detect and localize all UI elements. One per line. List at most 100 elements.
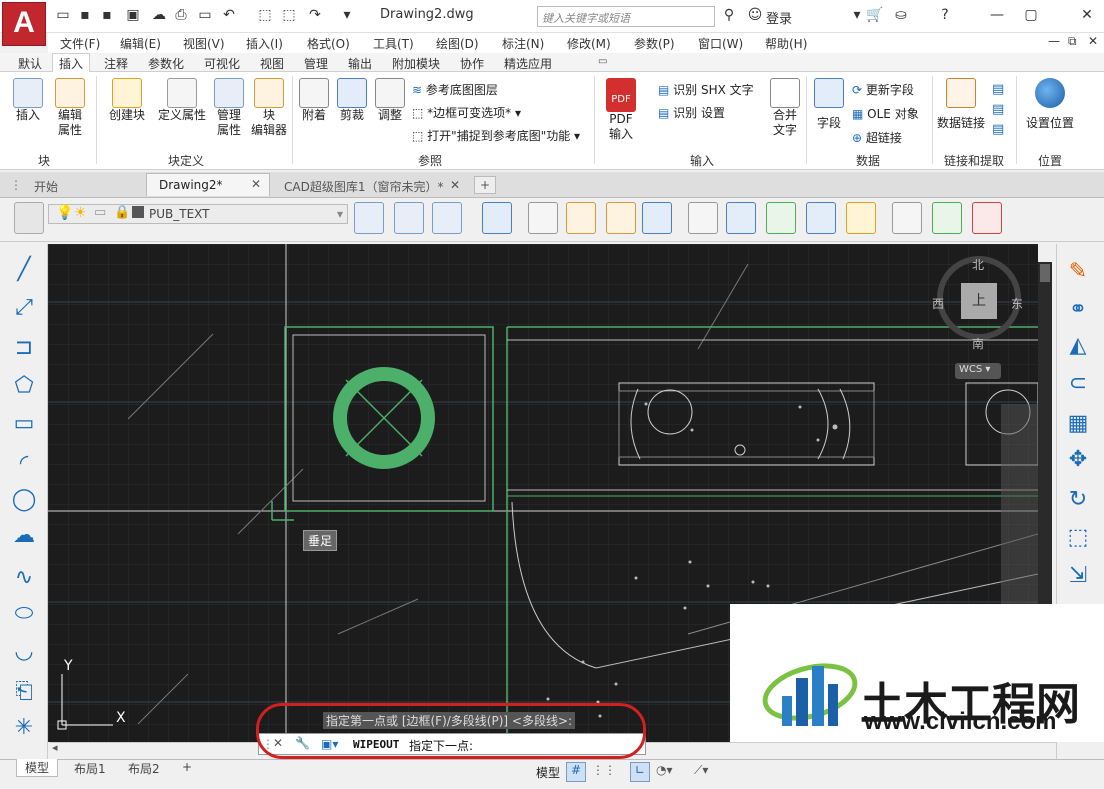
polyline-icon[interactable]: ⊐ (8, 332, 40, 364)
mirror-icon[interactable]: ◭ (1062, 330, 1094, 362)
edit-attributes-button[interactable]: 编辑 属性 (52, 78, 88, 138)
layer-states-icon[interactable] (432, 202, 462, 234)
previous-layer-icon[interactable] (394, 202, 424, 234)
combine-text-button[interactable]: 合并 文字 (768, 78, 802, 138)
share-icon[interactable]: ⬚ (256, 6, 274, 24)
menu-insert[interactable]: 插入(I) (246, 35, 283, 52)
tab-cad-library[interactable]: CAD超级图库1（窗帘未完）* ✕ (272, 174, 468, 197)
ellipse-arc-icon[interactable]: ◡ (8, 636, 40, 668)
recognize-settings-button[interactable]: ▤ 识别 设置 (658, 104, 725, 121)
rotate-icon[interactable]: ↻ (1062, 484, 1094, 516)
define-attributes-button[interactable]: 定义属性 (156, 78, 208, 123)
doc-restore-icon[interactable]: ⧉ (1068, 34, 1077, 49)
menu-file[interactable]: 文件(F) (60, 35, 100, 52)
cloud-icon[interactable]: ☁ (150, 6, 168, 24)
save-icon[interactable]: ▪ (76, 6, 94, 24)
scroll-left-icon[interactable]: ◂ (52, 741, 58, 754)
tab-output[interactable]: 输出 (342, 54, 378, 73)
menu-format[interactable]: 格式(O) (307, 35, 350, 52)
restore-icon[interactable]: ▢ (1022, 6, 1040, 24)
tab-visualize[interactable]: 可视化 (198, 54, 246, 73)
login-button[interactable]: 登录 (766, 8, 792, 27)
tabs-menu-icon[interactable]: ⋮ (10, 178, 22, 192)
tab-featured-apps[interactable]: 精选应用 (498, 54, 558, 73)
move-icon[interactable]: ✥ (1062, 444, 1094, 476)
compass-south[interactable]: 南 (972, 335, 984, 352)
redo-icon[interactable]: ↷ (306, 6, 324, 24)
menu-edit[interactable]: 编辑(E) (120, 35, 161, 52)
polygon-icon[interactable]: ⬠ (8, 370, 40, 402)
refresh-icon[interactable] (766, 202, 796, 234)
eraser-icon[interactable] (566, 202, 596, 234)
tab-insert[interactable]: 插入 (52, 53, 91, 72)
insert-block-button[interactable]: 插入 (10, 78, 46, 123)
tab-parametric[interactable]: 参数化 (142, 54, 190, 73)
tab-close-icon[interactable]: ✕ (450, 178, 460, 192)
create-block-tool-icon[interactable]: ✳ (8, 712, 40, 744)
doc-close-icon[interactable]: ✕ (1088, 34, 1098, 48)
compass-north[interactable]: 北 (972, 256, 984, 273)
ribbon-toggle-icon[interactable]: ▭ (598, 56, 610, 67)
block-editor-button[interactable]: 块 编辑器 (250, 78, 288, 138)
search-input[interactable]: 键入关键字或短语 (537, 6, 715, 27)
create-block-button[interactable]: 创建块 (104, 78, 150, 123)
ortho-toggle-icon[interactable]: ∟ (630, 762, 650, 782)
revcloud-icon[interactable]: ☁ (8, 520, 40, 552)
group-block-definition-label[interactable]: 块定义 (168, 152, 204, 169)
circle-icon[interactable]: ◯ (8, 484, 40, 516)
ole-object-button[interactable]: ▦ OLE 对象 (852, 105, 919, 122)
web-mobile-icon[interactable]: ▣ (124, 6, 142, 24)
tab-start[interactable]: 开始 (22, 174, 70, 197)
snap-toggle-icon[interactable]: ⋮⋮ (592, 763, 616, 777)
tab-view[interactable]: 视图 (254, 54, 290, 73)
tab-annotate[interactable]: 注释 (98, 54, 134, 73)
layer-delete-icon[interactable] (972, 202, 1002, 234)
sun-icon[interactable]: ☀ (74, 205, 87, 221)
manage-attributes-button[interactable]: 管理 属性 (212, 78, 246, 138)
copy-icon[interactable]: ⚭ (1062, 294, 1094, 326)
recognize-shx-button[interactable]: ▤ 识别 SHX 文字 (658, 81, 754, 98)
menu-view[interactable]: 视图(V) (183, 35, 225, 52)
adjust-button[interactable]: 调整 (374, 78, 406, 123)
doc-minimize-icon[interactable]: — (1048, 34, 1060, 48)
menu-help[interactable]: 帮助(H) (765, 35, 807, 52)
model-space-button[interactable]: 模型 (536, 764, 560, 781)
viewcube-top[interactable]: 上 (961, 283, 997, 319)
login-dropdown-icon[interactable]: ▾ (848, 6, 866, 24)
tab-addins[interactable]: 附加模块 (386, 54, 446, 73)
plot-icon[interactable]: ▭ (196, 6, 214, 24)
underlay-layers-button[interactable]: ≋ 参考底图图层 (412, 81, 498, 98)
arc-icon[interactable]: ◜ (8, 448, 40, 480)
array-icon[interactable]: ▦ (1062, 408, 1094, 440)
minimize-icon[interactable]: — (988, 6, 1006, 24)
markup-icon[interactable] (892, 202, 922, 234)
tab-default[interactable]: 默认 (12, 54, 48, 73)
rectangle-icon[interactable]: ▭ (8, 408, 40, 440)
help-icon[interactable]: ? (936, 6, 954, 24)
grid-icon[interactable] (642, 202, 672, 234)
extract-icons[interactable]: ▤ ▤ ▤ (992, 80, 1008, 140)
brush-icon[interactable] (846, 202, 876, 234)
layout-tab-2[interactable]: 布局2 (120, 760, 168, 777)
menu-tools[interactable]: 工具(T) (373, 35, 414, 52)
menu-draw[interactable]: 绘图(D) (436, 35, 479, 52)
set-location-button[interactable]: 设置位置 (1024, 78, 1076, 131)
construction-line-icon[interactable]: ⤢ (8, 292, 40, 324)
clip-button[interactable]: 剪裁 (336, 78, 368, 123)
compass-west[interactable]: 西 (932, 295, 944, 312)
attribute-icon[interactable] (726, 202, 756, 234)
field-button[interactable]: 字段 (812, 78, 846, 131)
pencil-icon[interactable] (606, 202, 636, 234)
spline-icon[interactable]: ∿ (8, 562, 40, 594)
bulb-icon[interactable]: 💡 (56, 205, 73, 221)
stretch-icon[interactable]: ⇲ (1062, 560, 1094, 592)
attach-button[interactable]: 附着 (298, 78, 330, 123)
menu-parametric[interactable]: 参数(P) (634, 35, 675, 52)
add-layout-button[interactable]: + (174, 760, 200, 774)
cart-icon[interactable]: 🛒 (866, 6, 884, 24)
match-layer-icon[interactable] (354, 202, 384, 234)
check-icon[interactable] (932, 202, 962, 234)
menu-modify[interactable]: 修改(M) (567, 35, 611, 52)
save-as-icon[interactable]: ▪ (98, 6, 116, 24)
layout-tab-model[interactable]: 模型 (16, 759, 59, 777)
